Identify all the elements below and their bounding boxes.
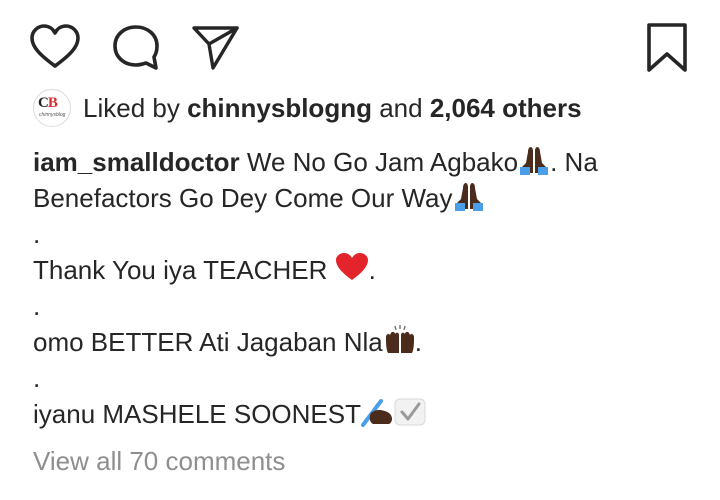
raising-hands-icon [383, 325, 415, 355]
caption-text: Thank You iya TEACHER [33, 255, 335, 285]
caption-username-link[interactable]: iam_smalldoctor [33, 147, 240, 177]
caption-separator: . [33, 363, 41, 393]
post-caption: iam_smalldoctor We No Go Jam Agbako. Na … [33, 144, 693, 432]
praying-hands-icon [518, 145, 550, 175]
caption-line-4: omo BETTER Ati Jagaban Nla. [33, 324, 693, 360]
caption-line-2: Benefactors Go Dey Come Our Way [33, 180, 693, 216]
caption-text: Benefactors Go Dey Come Our Way [33, 183, 453, 213]
caption-text: omo BETTER Ati Jagaban Nla [33, 327, 383, 357]
likes-count-link[interactable]: 2,064 others [430, 93, 582, 124]
caption-line-5: iyanu MASHELE SOONEST [33, 396, 693, 432]
liked-by-conjunction: and [379, 92, 423, 123]
liked-by-label: Liked by [83, 92, 180, 123]
view-all-comments-link[interactable]: View all 70 comments [33, 446, 285, 477]
caption-separator: . [33, 291, 41, 321]
caption-text: . [368, 255, 376, 285]
bookmark-icon[interactable] [646, 22, 688, 74]
check-mark-icon [393, 397, 426, 427]
caption-line-1: iam_smalldoctor We No Go Jam Agbako . Na [33, 144, 693, 180]
red-heart-icon [335, 252, 369, 282]
caption-text: . Na [550, 147, 598, 177]
paper-plane-icon[interactable] [191, 24, 241, 72]
heart-outline-icon[interactable] [30, 24, 80, 70]
writing-hand-icon [361, 397, 393, 427]
likes-summary: CB chinnysblog Liked by chinnysblogng an… [33, 89, 582, 127]
caption-text: iyanu MASHELE SOONEST [33, 399, 361, 429]
avatar-logo-subtext: chinnysblog [39, 112, 66, 118]
post-action-bar [0, 0, 720, 90]
caption-separator: . [33, 219, 41, 249]
avatar[interactable]: CB chinnysblog [33, 89, 71, 127]
praying-hands-icon [453, 181, 485, 211]
speech-bubble-icon[interactable] [111, 24, 161, 72]
avatar-logo-text: CB [38, 95, 58, 111]
caption-line-3: Thank You iya TEACHER . [33, 252, 693, 288]
caption-text: We No Go Jam Agbako [246, 147, 519, 177]
liked-by-user-link[interactable]: chinnysblogng [187, 93, 372, 124]
